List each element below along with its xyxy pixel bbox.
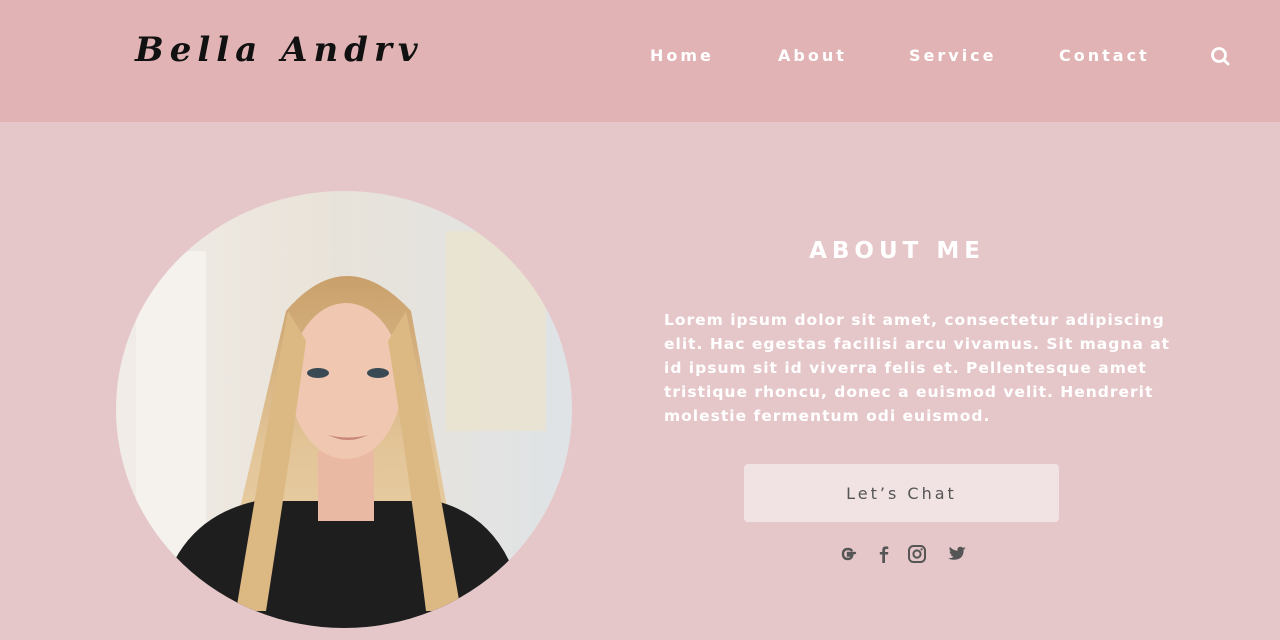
- portrait-photo-icon: [116, 191, 572, 628]
- instagram-glyph: [908, 545, 926, 563]
- site-header: Bella Andrv Home About Service Contact: [0, 0, 1280, 122]
- google-glyph: [841, 547, 857, 561]
- search-icon[interactable]: [1210, 46, 1230, 66]
- facebook-icon[interactable]: [873, 543, 895, 565]
- nav-contact[interactable]: Contact: [1059, 46, 1150, 65]
- site-logo[interactable]: Bella Andrv: [135, 30, 424, 70]
- twitter-glyph: [948, 546, 966, 560]
- profile-photo: [116, 191, 572, 628]
- facebook-glyph: [879, 546, 889, 563]
- twitter-icon[interactable]: [946, 543, 968, 565]
- nav-home[interactable]: Home: [650, 46, 714, 65]
- about-title: ABOUT ME: [809, 238, 985, 264]
- nav-about[interactable]: About: [778, 46, 847, 65]
- about-text: Lorem ipsum dolor sit amet, consectetur …: [664, 311, 1171, 425]
- nav-service[interactable]: Service: [909, 46, 997, 65]
- google-icon[interactable]: [837, 543, 859, 565]
- lets-chat-button[interactable]: Let’s Chat: [744, 464, 1059, 522]
- instagram-icon[interactable]: [906, 543, 928, 565]
